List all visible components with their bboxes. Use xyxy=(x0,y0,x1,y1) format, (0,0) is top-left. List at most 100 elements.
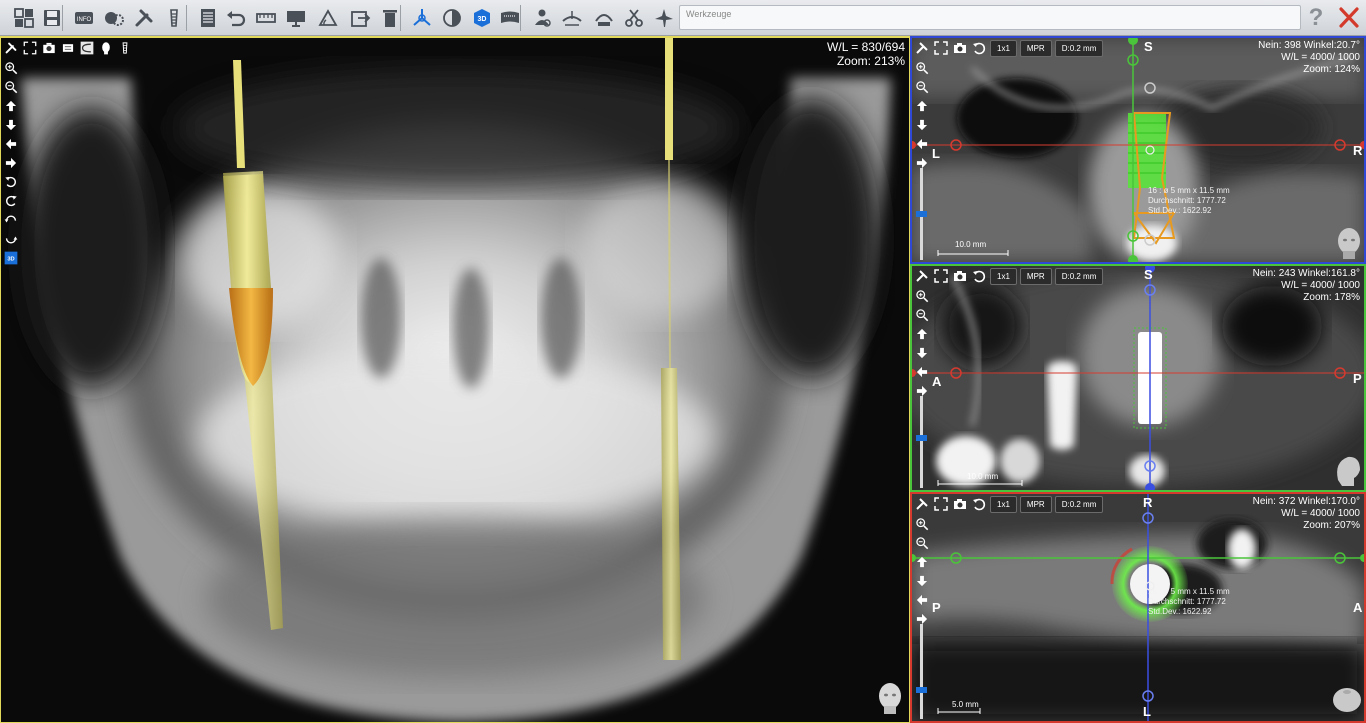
axial-head-icon[interactable] xyxy=(1330,682,1364,718)
sagittal-head-icon[interactable] xyxy=(1330,452,1364,488)
panorama-curve-button[interactable] xyxy=(79,40,95,56)
panorama-rotate-ccw-alt-button[interactable] xyxy=(3,212,19,228)
sagittal-camera-button[interactable] xyxy=(952,268,968,284)
sagittal-viewport[interactable]: 1x1 MPR D:0.2 mm Nein: 243 Winkel:161.8°… xyxy=(910,264,1366,492)
coronal-arrow-up-button[interactable] xyxy=(914,98,930,114)
axial-reset-button[interactable] xyxy=(971,496,987,512)
delete-icon xyxy=(382,9,397,27)
panorama-button[interactable] xyxy=(496,4,523,31)
sagittal-slice-slider[interactable] xyxy=(920,396,923,488)
panorama-rotate-cw-alt-button[interactable] xyxy=(3,231,19,247)
sagittal-fullscreen-button[interactable] xyxy=(933,268,949,284)
axial-camera-button[interactable] xyxy=(952,496,968,512)
panorama-fullscreen-button[interactable] xyxy=(22,40,38,56)
axial-zoom-in-button[interactable] xyxy=(914,516,930,532)
panorama-slab-button[interactable] xyxy=(60,40,76,56)
axial-viewport[interactable]: 1x1 MPR D:0.2 mm Nein: 372 Winkel:170.0°… xyxy=(910,492,1366,723)
sagittal-info: Nein: 243 Winkel:161.8° W/L = 4000/ 1000… xyxy=(1253,268,1360,304)
panorama-tools-button[interactable] xyxy=(3,40,19,56)
help-button[interactable]: ? xyxy=(1304,4,1328,31)
axial-slice-knob[interactable] xyxy=(916,687,927,693)
head-orientation-icon[interactable] xyxy=(873,680,907,716)
panorama-head-front-button[interactable] xyxy=(98,40,114,56)
sagittal-reset-button[interactable] xyxy=(971,268,987,284)
axial-tools-button[interactable] xyxy=(914,496,930,512)
sagittal-layout-chip[interactable]: 1x1 xyxy=(990,268,1017,285)
coronal-tools-button[interactable] xyxy=(914,40,930,56)
undo-button[interactable] xyxy=(222,4,249,31)
panorama-zoom-out-button[interactable] xyxy=(3,79,19,95)
sagittal-mpr-chip[interactable]: MPR xyxy=(1019,268,1052,285)
axial-mpr-chip[interactable]: MPR xyxy=(1019,496,1052,513)
implant-button[interactable] xyxy=(160,4,187,31)
panorama-image[interactable] xyxy=(1,38,909,723)
coronal-arrow-down-button[interactable] xyxy=(914,117,930,133)
panorama-implant-small-button[interactable] xyxy=(117,40,133,56)
axial-layout-chip[interactable]: 1x1 xyxy=(990,496,1017,513)
coronal-head-icon[interactable] xyxy=(1332,224,1366,260)
axial-arrow-up-button[interactable] xyxy=(914,554,930,570)
report-button[interactable] xyxy=(194,4,221,31)
settings-button[interactable] xyxy=(100,4,127,31)
coronal-slice-knob[interactable] xyxy=(916,211,927,217)
tool-search-input[interactable]: Werkzeuge xyxy=(679,5,1301,30)
coronal-layout-chip[interactable]: 1x1 xyxy=(990,40,1017,57)
sagittal-thickness-chip[interactable]: D:0.2 mm xyxy=(1054,268,1104,285)
nerve-button[interactable] xyxy=(558,4,585,31)
screen-button[interactable] xyxy=(282,4,309,31)
tools-button[interactable] xyxy=(130,4,157,31)
panorama-zoom-in-button[interactable] xyxy=(3,60,19,76)
save-button[interactable] xyxy=(38,4,65,31)
sagittal-orient-top: S xyxy=(1144,267,1153,282)
sagittal-zoom-info: Zoom: 178% xyxy=(1303,292,1360,303)
panorama-arrow-down-button[interactable] xyxy=(3,117,19,133)
coronal-zoom-out-button[interactable] xyxy=(914,79,930,95)
info-button[interactable]: INFO xyxy=(70,4,97,31)
scissors-button[interactable] xyxy=(620,4,647,31)
axial-arrow-left-button[interactable] xyxy=(914,592,930,608)
axial-zoom-out-button[interactable] xyxy=(914,535,930,551)
sagittal-arrow-up-button[interactable] xyxy=(914,326,930,342)
sagittal-zoom-in-button[interactable] xyxy=(914,288,930,304)
angle-button[interactable] xyxy=(314,4,341,31)
coronal-fullscreen-button[interactable] xyxy=(933,40,949,56)
panorama-view-3d-button[interactable]: 3D xyxy=(3,250,19,266)
sagittal-scale-label: 10.0 mm xyxy=(967,472,999,481)
panorama-viewport[interactable]: 3D W/L = 830/694 Zoom: 213% xyxy=(0,36,910,723)
panorama-rotate-ccw-button[interactable] xyxy=(3,174,19,190)
camera-settings-button[interactable] xyxy=(590,4,617,31)
export-button[interactable] xyxy=(346,4,373,31)
axis-3d-button[interactable] xyxy=(408,4,435,31)
layout-button[interactable] xyxy=(10,4,37,31)
cube-3d-button[interactable]: 3D xyxy=(468,4,495,31)
coronal-viewport[interactable]: 1x1 MPR D:0.2 mm Nein: 398 Winkel:20.7° … xyxy=(910,36,1366,264)
sagittal-arrow-down-button[interactable] xyxy=(914,345,930,361)
airway-button[interactable] xyxy=(650,4,677,31)
axial-arrow-down-button[interactable] xyxy=(914,573,930,589)
arrow-left-icon xyxy=(916,138,928,150)
sagittal-tools-button[interactable] xyxy=(914,268,930,284)
coronal-thickness-chip[interactable]: D:0.2 mm xyxy=(1054,40,1104,57)
panorama-arrow-up-button[interactable] xyxy=(3,98,19,114)
ruler-button[interactable] xyxy=(252,4,279,31)
coronal-arrow-left-button[interactable] xyxy=(914,136,930,152)
axial-fullscreen-button[interactable] xyxy=(933,496,949,512)
axial-slice-slider[interactable] xyxy=(920,624,923,719)
coronal-camera-button[interactable] xyxy=(952,40,968,56)
delete-button[interactable] xyxy=(376,4,403,31)
contrast-button[interactable] xyxy=(438,4,465,31)
coronal-reset-button[interactable] xyxy=(971,40,987,56)
coronal-zoom-in-button[interactable] xyxy=(914,60,930,76)
person-settings-button[interactable] xyxy=(528,4,555,31)
panorama-rotate-cw-button[interactable] xyxy=(3,193,19,209)
panorama-arrow-left-button[interactable] xyxy=(3,136,19,152)
panorama-arrow-right-button[interactable] xyxy=(3,155,19,171)
panorama-camera-button[interactable] xyxy=(41,40,57,56)
svg-text:INFO: INFO xyxy=(76,17,91,23)
sagittal-slice-knob[interactable] xyxy=(916,435,927,441)
coronal-mpr-chip[interactable]: MPR xyxy=(1019,40,1052,57)
close-button[interactable] xyxy=(1336,4,1362,31)
sagittal-arrow-left-button[interactable] xyxy=(914,364,930,380)
sagittal-zoom-out-button[interactable] xyxy=(914,307,930,323)
axial-thickness-chip[interactable]: D:0.2 mm xyxy=(1054,496,1104,513)
